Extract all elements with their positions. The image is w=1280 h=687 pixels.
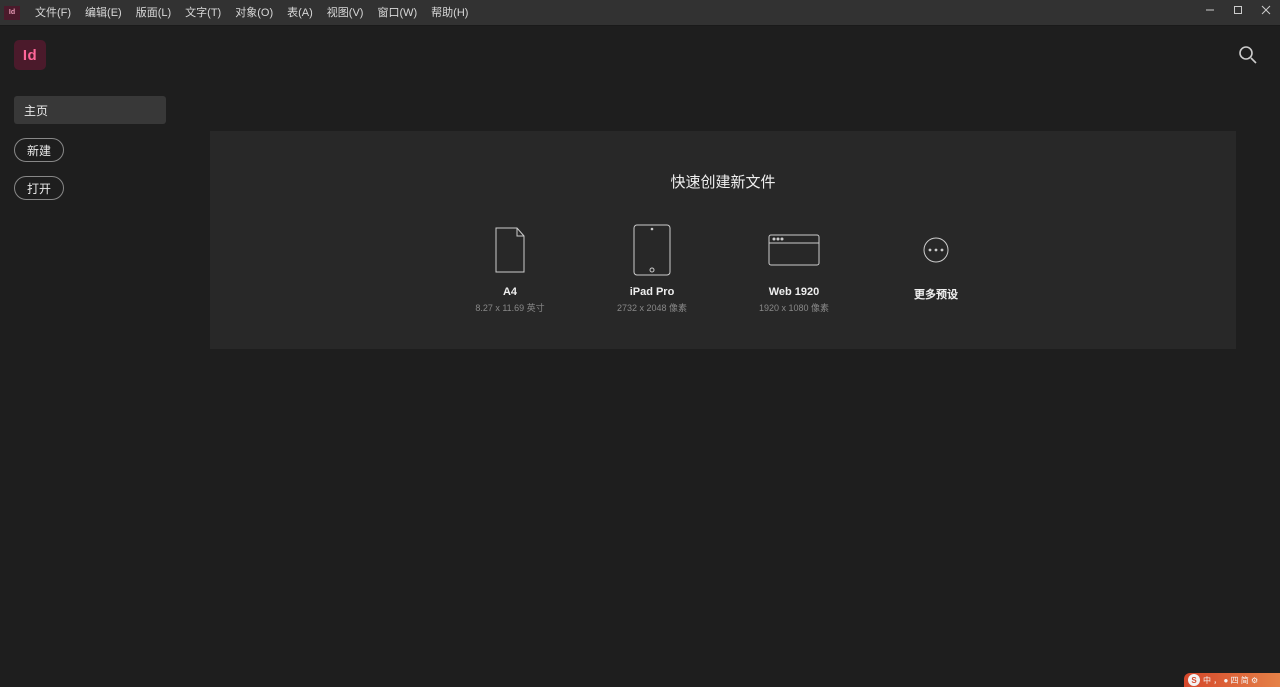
app-icon-small: Id <box>4 6 20 20</box>
sidebar: 主页 新建 打开 <box>14 96 184 200</box>
close-button[interactable] <box>1252 0 1280 20</box>
new-button[interactable]: 新建 <box>14 138 64 162</box>
menu-object[interactable]: 对象(O) <box>228 0 280 26</box>
more-label: 更多预设 <box>914 286 958 302</box>
menu-table[interactable]: 表(A) <box>280 0 320 26</box>
menu-view[interactable]: 视图(V) <box>320 0 371 26</box>
preset-label: iPad Pro <box>630 286 675 298</box>
preset-web-1920[interactable]: Web 1920 1920 x 1080 像素 <box>749 224 839 314</box>
ime-text: 中 ， ● 四 简 ⚙ <box>1203 675 1258 686</box>
maximize-icon <box>1233 5 1243 15</box>
ime-bar[interactable]: S 中 ， ● 四 简 ⚙ <box>1184 673 1280 687</box>
more-icon <box>922 224 950 276</box>
minimize-icon <box>1205 5 1215 15</box>
quick-create-panel: 快速创建新文件 A4 8.27 x 11.69 英寸 iPad Pro 2 <box>210 131 1236 349</box>
menu-bar: Id 文件(F) 编辑(E) 版面(L) 文字(T) 对象(O) 表(A) 视图… <box>0 0 1280 26</box>
preset-dims: 1920 x 1080 像素 <box>759 301 829 314</box>
minimize-button[interactable] <box>1196 0 1224 20</box>
more-presets[interactable]: 更多预设 <box>891 224 981 314</box>
search-button[interactable] <box>1238 45 1258 65</box>
preset-label: Web 1920 <box>769 286 820 298</box>
panel-title: 快速创建新文件 <box>210 131 1236 192</box>
preset-dims: 8.27 x 11.69 英寸 <box>475 301 544 314</box>
preset-ipad-pro[interactable]: iPad Pro 2732 x 2048 像素 <box>607 224 697 314</box>
close-icon <box>1261 5 1271 15</box>
document-icon <box>493 224 527 276</box>
menu-type[interactable]: 文字(T) <box>178 0 228 26</box>
preset-a4[interactable]: A4 8.27 x 11.69 英寸 <box>465 224 555 314</box>
window-controls <box>1196 0 1280 20</box>
header: Id <box>0 26 1280 84</box>
menu-edit[interactable]: 编辑(E) <box>78 0 129 26</box>
open-button[interactable]: 打开 <box>14 176 64 200</box>
search-icon <box>1238 45 1258 65</box>
preset-label: A4 <box>503 286 517 298</box>
menu-file[interactable]: 文件(F) <box>28 0 78 26</box>
maximize-button[interactable] <box>1224 0 1252 20</box>
tablet-icon <box>632 224 672 276</box>
ime-badge-icon: S <box>1188 674 1200 686</box>
home-tab[interactable]: 主页 <box>14 96 166 124</box>
menu-window[interactable]: 窗口(W) <box>370 0 424 26</box>
app-logo: Id <box>14 40 46 70</box>
menu-layout[interactable]: 版面(L) <box>129 0 178 26</box>
menu-help[interactable]: 帮助(H) <box>424 0 475 26</box>
browser-icon <box>767 224 821 276</box>
preset-dims: 2732 x 2048 像素 <box>617 301 687 314</box>
preset-list: A4 8.27 x 11.69 英寸 iPad Pro 2732 x 2048 … <box>210 224 1236 314</box>
